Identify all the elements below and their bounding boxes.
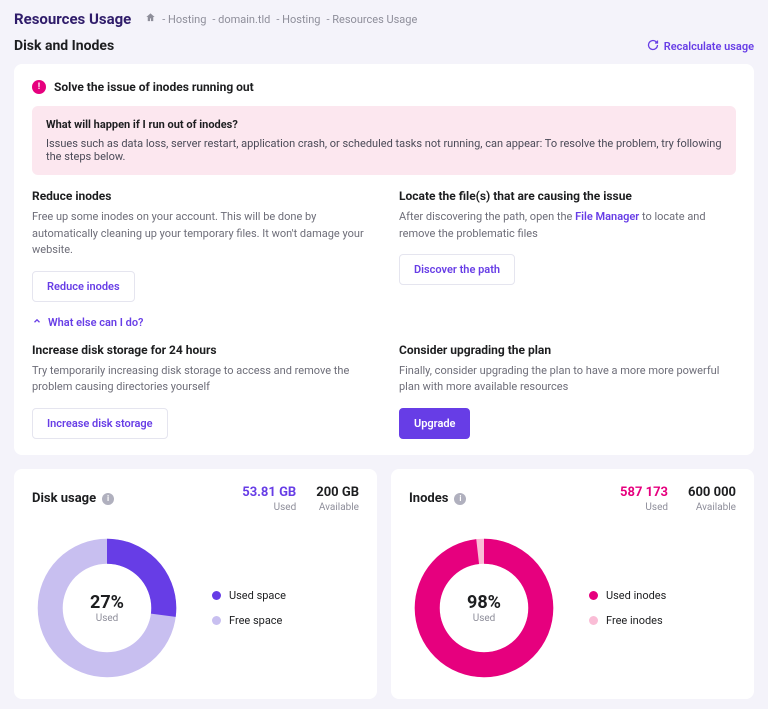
- inodes-percent: 98%: [467, 592, 501, 613]
- disk-title: Disk usage: [32, 491, 96, 506]
- inodes-used-value: 587 173: [620, 485, 668, 500]
- inodes-avail-label: Available: [688, 502, 736, 513]
- expand-label: What else can I do?: [48, 316, 143, 329]
- page-title: Resources Usage: [14, 10, 131, 28]
- discover-path-button[interactable]: Discover the path: [399, 254, 515, 285]
- locate-heading: Locate the file(s) that are causing the …: [399, 189, 736, 203]
- file-manager-link[interactable]: File Manager: [575, 210, 639, 223]
- legend-used-space: Used space: [229, 589, 286, 602]
- chevron-up-icon: [32, 316, 42, 329]
- increase-text: Try temporarily increasing disk storage …: [32, 363, 369, 396]
- info-icon[interactable]: i: [102, 493, 114, 505]
- increase-storage-button[interactable]: Increase disk storage: [32, 408, 168, 439]
- alert-answer: Issues such as data loss, server restart…: [46, 137, 722, 163]
- alert-question: What will happen if I run out of inodes?: [46, 118, 722, 131]
- alert-title: Solve the issue of inodes running out: [54, 80, 254, 94]
- upgrade-heading: Consider upgrading the plan: [399, 343, 736, 357]
- legend-used-inodes: Used inodes: [606, 589, 666, 602]
- inodes-card: Inodes i 587 173 Used 600 000 Available: [391, 469, 754, 699]
- legend-dot: [589, 591, 598, 600]
- home-icon[interactable]: [145, 12, 156, 26]
- inodes-used-label: Used: [620, 502, 668, 513]
- disk-percent: 27%: [90, 592, 124, 613]
- recalculate-label: Recalculate usage: [664, 40, 754, 53]
- refresh-icon: [647, 39, 659, 54]
- recalculate-button[interactable]: Recalculate usage: [647, 39, 754, 54]
- inodes-title: Inodes: [409, 491, 448, 506]
- disk-used-label: Used: [242, 502, 296, 513]
- legend-free-inodes: Free inodes: [606, 614, 663, 627]
- legend-dot: [589, 616, 598, 625]
- inodes-percent-label: Used: [467, 613, 501, 624]
- inodes-donut-chart: 98% Used: [409, 533, 559, 683]
- disk-used-value: 53.81 GB: [242, 485, 296, 500]
- inodes-avail-value: 600 000: [688, 485, 736, 500]
- reduce-text: Free up some inodes on your account. Thi…: [32, 209, 369, 259]
- reduce-inodes-button[interactable]: Reduce inodes: [32, 271, 135, 302]
- disk-percent-label: Used: [90, 613, 124, 624]
- legend-dot: [212, 591, 221, 600]
- alert-card: ! Solve the issue of inodes running out …: [14, 64, 754, 455]
- upgrade-button[interactable]: Upgrade: [399, 408, 470, 439]
- breadcrumb-item[interactable]: - domain.tld: [212, 13, 270, 26]
- legend-free-space: Free space: [229, 614, 282, 627]
- increase-heading: Increase disk storage for 24 hours: [32, 343, 369, 357]
- reduce-heading: Reduce inodes: [32, 189, 369, 203]
- breadcrumb-item[interactable]: - Hosting: [276, 13, 320, 26]
- locate-text: After discovering the path, open the Fil…: [399, 209, 736, 242]
- breadcrumb-item: - Resources Usage: [326, 13, 417, 26]
- expand-toggle[interactable]: What else can I do?: [32, 316, 736, 329]
- warning-icon: !: [32, 80, 46, 94]
- info-icon[interactable]: i: [454, 493, 466, 505]
- breadcrumb: - Hosting - domain.tld - Hosting - Resou…: [145, 12, 417, 26]
- disk-avail-label: Available: [316, 502, 359, 513]
- section-title: Disk and Inodes: [14, 38, 114, 54]
- breadcrumb-item[interactable]: - Hosting: [162, 13, 206, 26]
- upgrade-text: Finally, consider upgrading the plan to …: [399, 363, 736, 396]
- legend-dot: [212, 616, 221, 625]
- disk-donut-chart: 27% Used: [32, 533, 182, 683]
- alert-explainer: What will happen if I run out of inodes?…: [32, 106, 736, 175]
- disk-usage-card: Disk usage i 53.81 GB Used 200 GB Availa…: [14, 469, 377, 699]
- disk-avail-value: 200 GB: [316, 485, 359, 500]
